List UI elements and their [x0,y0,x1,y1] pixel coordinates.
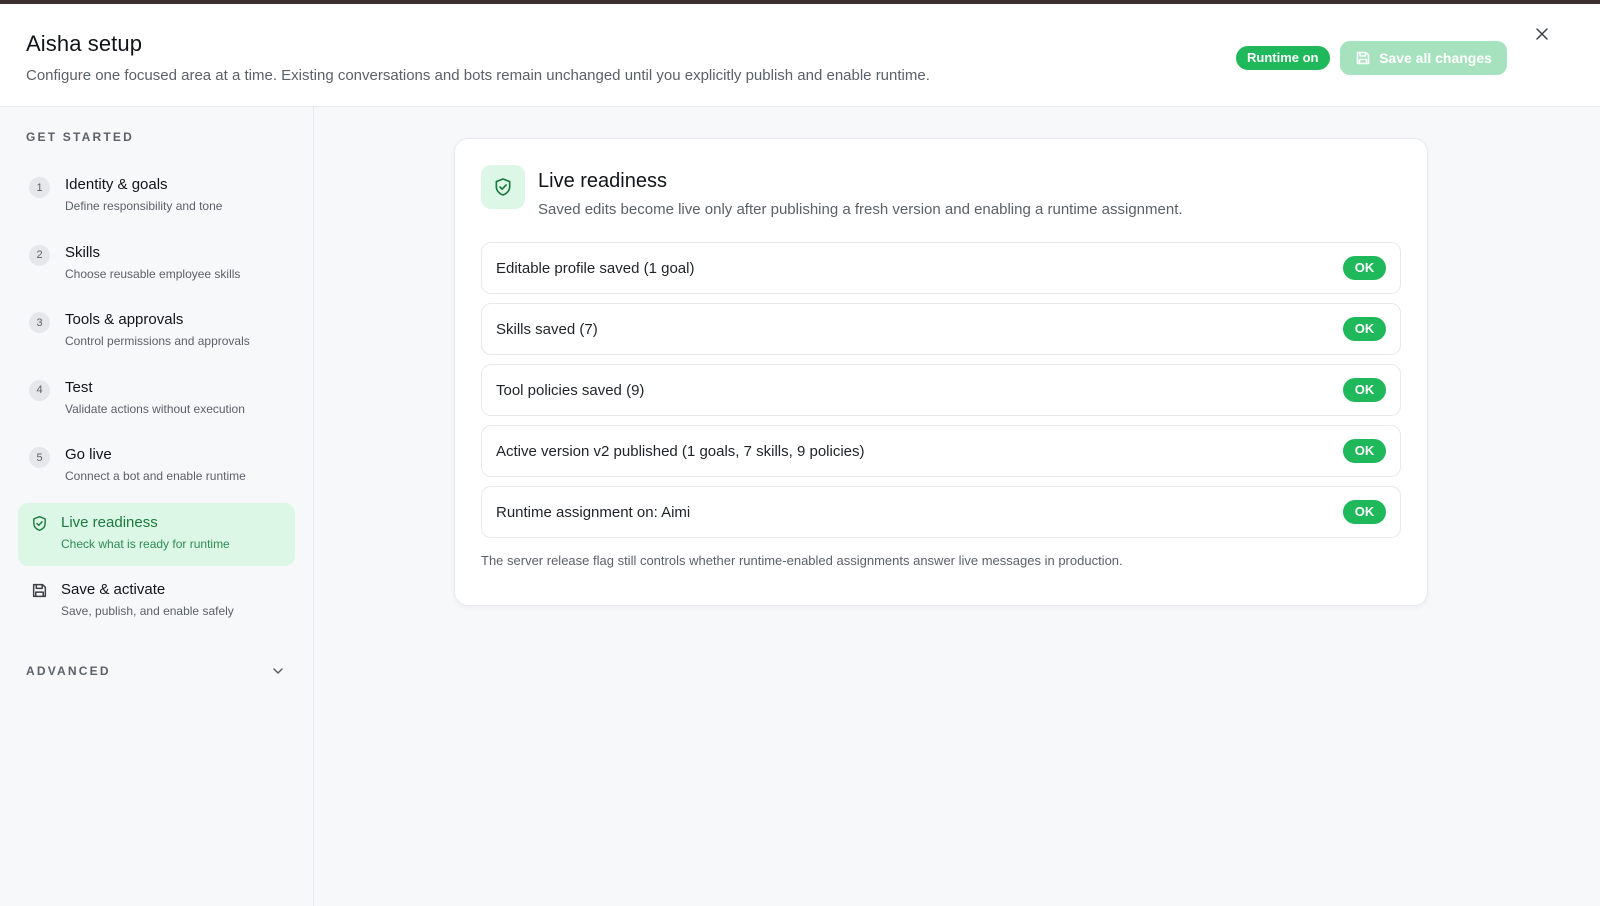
shield-check-icon [481,165,525,209]
release-flag-note: The server release flag still controls w… [481,553,1123,568]
advanced-section-toggle[interactable]: ADVANCED [18,663,295,679]
card-title: Live readiness [538,170,667,192]
save-icon [1355,50,1371,66]
save-icon [29,580,50,601]
sidebar-item-desc: Define responsibility and tone [65,199,223,213]
check-label: Active version v2 published (1 goals, 7 … [496,442,865,460]
sidebar-item-save-activate[interactable]: Save & activate Save, publish, and enabl… [18,570,295,633]
check-label: Tool policies saved (9) [496,381,645,399]
sidebar-item-desc: Connect a bot and enable runtime [65,469,246,483]
sidebar-item-title: Live readiness [61,513,158,531]
check-row-skills: Skills saved (7) OK [481,303,1401,355]
check-row-active-version: Active version v2 published (1 goals, 7 … [481,425,1401,477]
save-all-changes-button[interactable]: Save all changes [1340,41,1507,75]
sidebar-item-desc: Choose reusable employee skills [65,266,241,281]
readiness-checklist: Editable profile saved (1 goal) OK Skill… [481,242,1401,538]
sidebar-item-title: Go live [65,446,112,463]
close-button[interactable] [1531,23,1553,45]
sidebar-item-tools-approvals[interactable]: 3 Tools & approvals Control permissions … [18,300,295,363]
runtime-status-badge: Runtime on [1236,46,1330,70]
check-label: Runtime assignment on: Aimi [496,503,691,521]
check-row-tool-policies: Tool policies saved (9) OK [481,364,1401,416]
sidebar-section-get-started: GET STARTED [26,130,134,144]
shield-check-icon [29,513,50,534]
sidebar-nav: 1 Identity & goals Define responsibility… [18,165,295,633]
sidebar-item-desc: Save, publish, and enable safely [61,604,234,618]
step-number: 4 [29,379,50,401]
sidebar-item-title: Skills [65,243,101,261]
sidebar-item-desc: Validate actions without execution [65,401,245,416]
page-header: Aisha setup Configure one focused area a… [0,4,1600,107]
save-all-changes-label: Save all changes [1379,50,1492,66]
page-body: GET STARTED 1 Identity & goals Define re… [0,107,1600,906]
step-number: 1 [29,177,50,198]
sidebar-item-skills[interactable]: 2 Skills Choose reusable employee skills [18,233,295,296]
sidebar-item-go-live[interactable]: 5 Go live Connect a bot and enable runti… [18,435,295,498]
close-icon [1535,27,1549,41]
check-label: Skills saved (7) [496,320,598,338]
check-label: Editable profile saved (1 goal) [496,259,695,277]
sidebar: GET STARTED 1 Identity & goals Define re… [0,107,314,906]
sidebar-item-title: Identity & goals [65,176,168,193]
status-badge: OK [1343,500,1386,524]
status-badge: OK [1343,439,1386,463]
sidebar-item-desc: Check what is ready for runtime [61,536,230,551]
status-badge: OK [1343,317,1386,341]
sidebar-item-title: Tools & approvals [65,311,184,328]
live-readiness-card: Live readiness Saved edits become live o… [454,138,1428,606]
sidebar-item-desc: Control permissions and approvals [65,334,250,348]
chevron-down-icon [271,664,285,678]
step-number: 5 [29,447,50,468]
status-badge: OK [1343,256,1386,280]
sidebar-item-title: Test [65,378,93,396]
sidebar-item-test[interactable]: 4 Test Validate actions without executio… [18,368,295,431]
check-row-profile: Editable profile saved (1 goal) OK [481,242,1401,294]
sidebar-item-identity-goals[interactable]: 1 Identity & goals Define responsibility… [18,165,295,228]
check-row-runtime-assignment: Runtime assignment on: Aimi OK [481,486,1401,538]
card-header: Live readiness Saved edits become live o… [481,165,1401,220]
sidebar-item-title: Save & activate [61,581,166,598]
step-number: 3 [29,312,50,333]
status-badge: OK [1343,378,1386,402]
card-subtitle: Saved edits become live only after publi… [538,201,1183,218]
main-content: Live readiness Saved edits become live o… [314,107,1600,906]
step-number: 2 [29,244,50,266]
sidebar-item-live-readiness[interactable]: Live readiness Check what is ready for r… [18,502,295,566]
sidebar-section-advanced: ADVANCED [26,664,111,678]
